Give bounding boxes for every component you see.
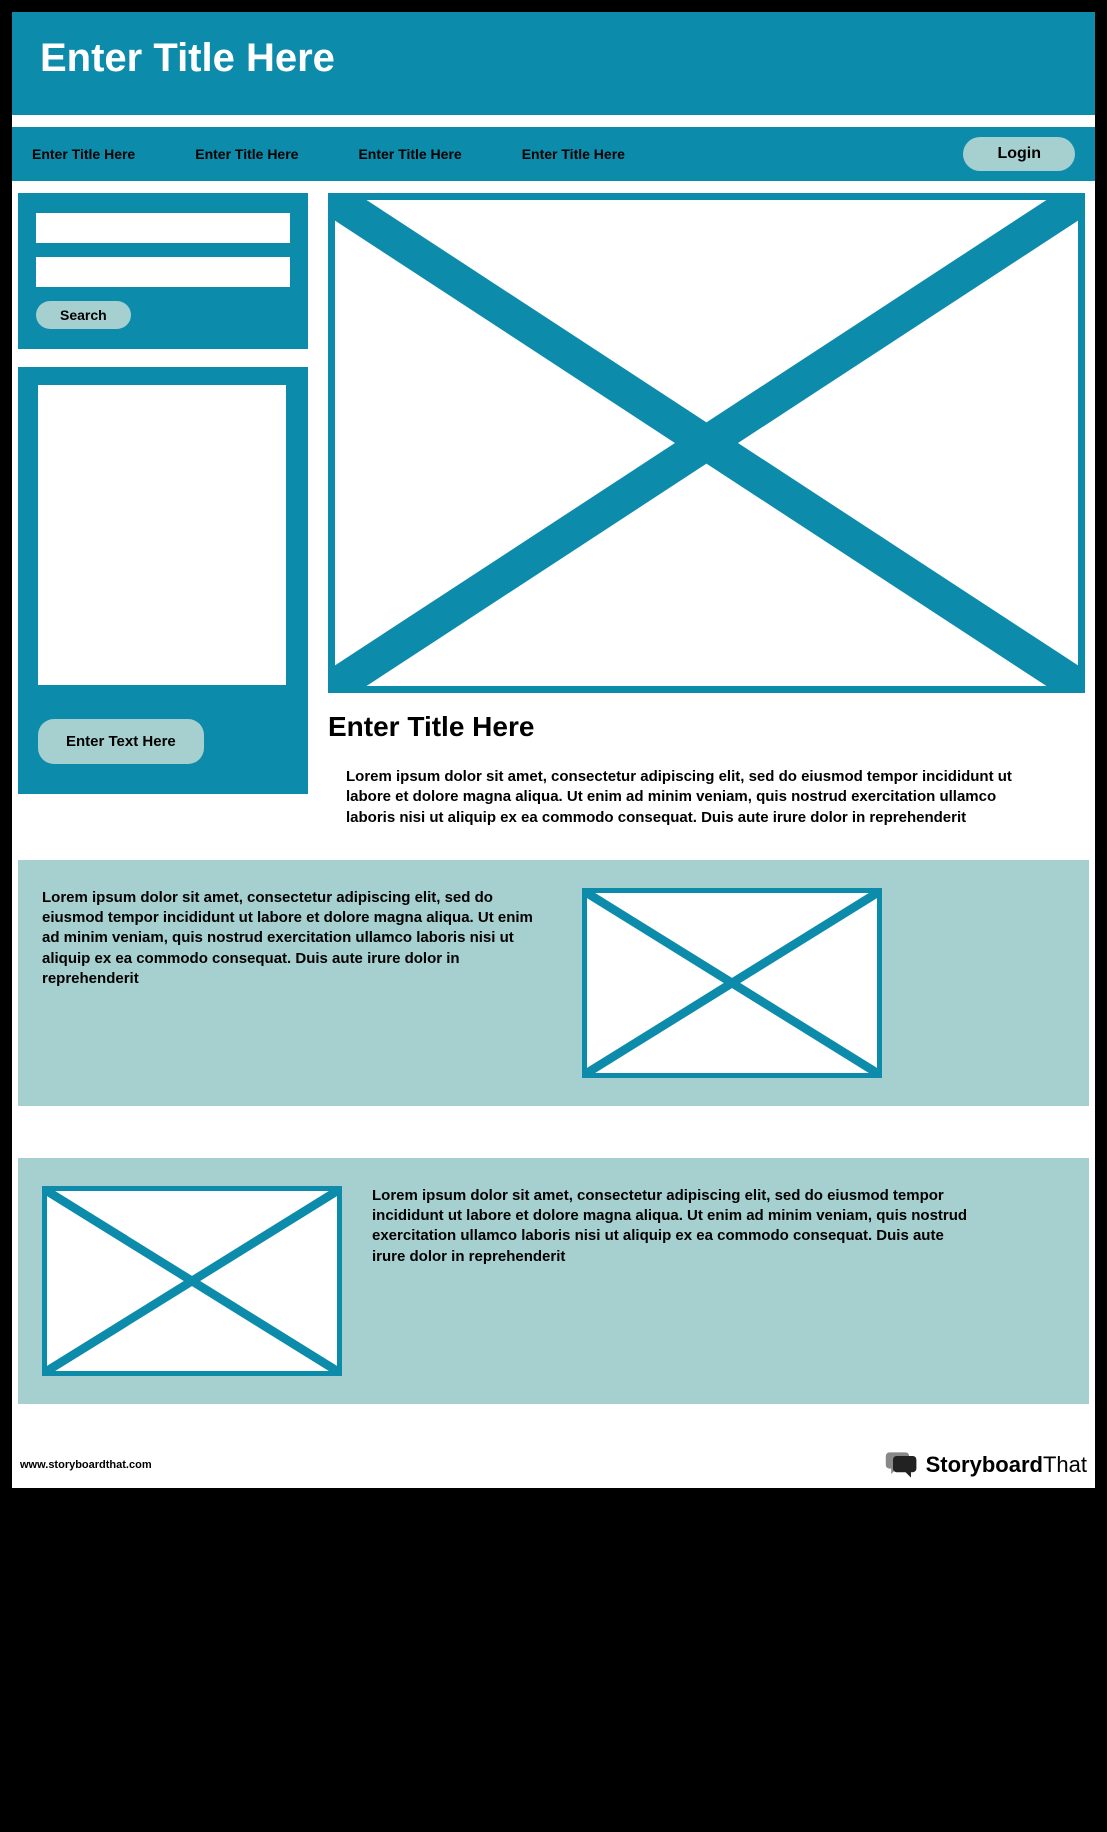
footer-brand: StoryboardThat	[884, 1450, 1087, 1480]
header-bar: Enter Title Here	[12, 12, 1095, 115]
search-button[interactable]: Search	[36, 301, 131, 329]
nav-item-1[interactable]: Enter Title Here	[32, 146, 135, 162]
chat-bubble-icon	[884, 1450, 920, 1480]
nav-item-2[interactable]: Enter Title Here	[195, 146, 298, 162]
footer-url: www.storyboardthat.com	[20, 1459, 152, 1471]
side-panel-button[interactable]: Enter Text Here	[38, 719, 204, 764]
band-1-text: Lorem ipsum dolor sit amet, consectetur …	[42, 888, 552, 989]
content-band-1: Lorem ipsum dolor sit amet, consectetur …	[18, 860, 1089, 1106]
footer: www.storyboardthat.com StoryboardThat	[12, 1440, 1095, 1488]
login-button[interactable]: Login	[963, 137, 1075, 171]
nav-bar: Enter Title Here Enter Title Here Enter …	[12, 127, 1095, 181]
hero-image-placeholder	[328, 193, 1085, 693]
nav-item-4[interactable]: Enter Title Here	[522, 146, 625, 162]
page-frame: Enter Title Here Enter Title Here Enter …	[12, 12, 1095, 1488]
page-title: Enter Title Here	[40, 36, 1067, 81]
footer-brand-text: StoryboardThat	[926, 1452, 1087, 1478]
search-input-2[interactable]	[36, 257, 290, 287]
main-body-text: Lorem ipsum dolor sit amet, consectetur …	[328, 767, 1048, 828]
main-column: Enter Title Here Lorem ipsum dolor sit a…	[328, 193, 1089, 828]
nav-item-3[interactable]: Enter Title Here	[358, 146, 461, 162]
left-column: Search Enter Text Here	[18, 193, 308, 828]
band-2-image-placeholder	[42, 1186, 342, 1376]
band-2-text: Lorem ipsum dolor sit amet, consectetur …	[372, 1186, 972, 1267]
search-panel: Search	[18, 193, 308, 349]
side-panel: Enter Text Here	[18, 367, 308, 794]
search-input-1[interactable]	[36, 213, 290, 243]
band-1-image-placeholder	[582, 888, 882, 1078]
section-title: Enter Title Here	[328, 711, 1085, 743]
content-band-2: Lorem ipsum dolor sit amet, consectetur …	[18, 1158, 1089, 1404]
content-row: Search Enter Text Here Enter Title Here …	[12, 193, 1095, 828]
side-image-placeholder	[38, 385, 286, 685]
